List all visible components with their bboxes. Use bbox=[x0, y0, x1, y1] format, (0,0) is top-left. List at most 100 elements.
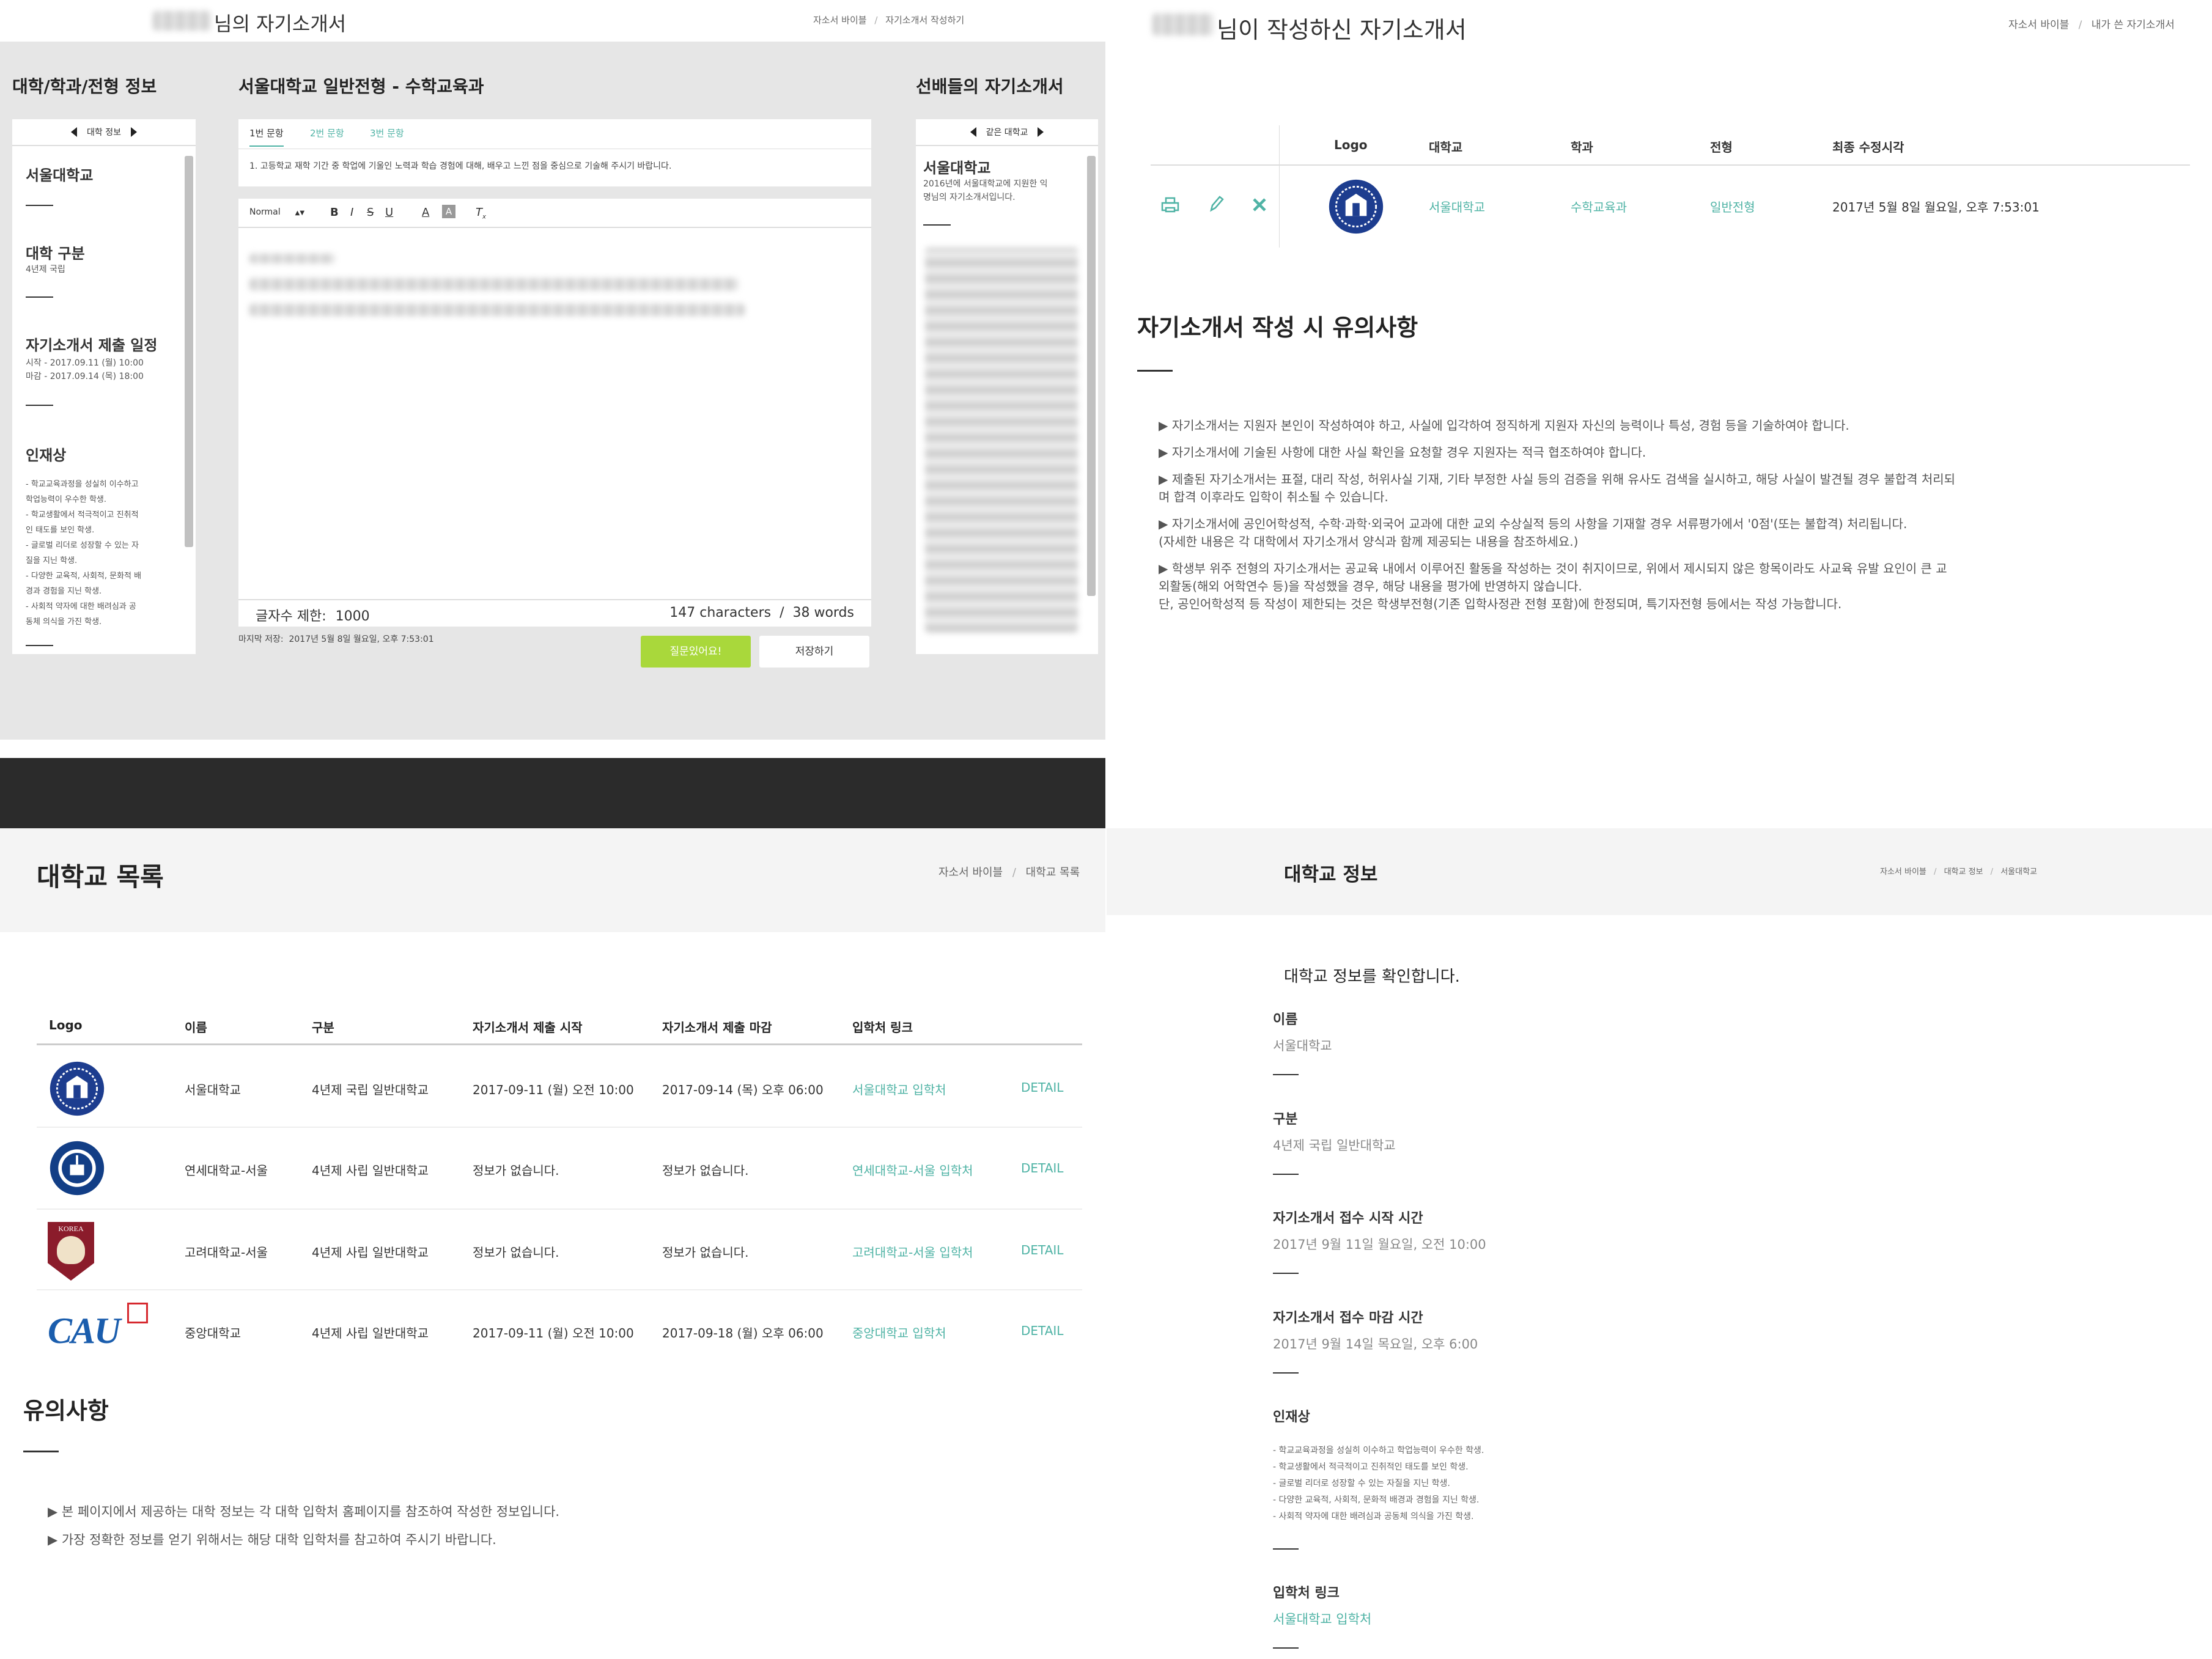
header-modified: 최종 수정시각 bbox=[1832, 140, 1904, 155]
notice-item: ▶ 자기소개서에 기술된 사항에 대한 사실 확인을 요청할 경우 지원자는 적… bbox=[1159, 445, 1646, 460]
clear-format-icon[interactable]: Tx bbox=[476, 206, 486, 221]
admission-link[interactable]: 연세대학교-서울 입학처 bbox=[852, 1161, 973, 1179]
q4-header: 대학교 정보 자소서 바이블 / 대학교 정보 / 서울대학교 bbox=[1107, 828, 2212, 915]
right-scrollbar[interactable] bbox=[1087, 156, 1096, 596]
admission-link[interactable]: 중앙대학교 입학처 bbox=[852, 1323, 946, 1341]
submit-start: 2017-09-11 (월) 오전 10:00 bbox=[473, 1326, 634, 1341]
underline-icon[interactable]: U bbox=[385, 206, 393, 219]
breadcrumb-home[interactable]: 자소서 바이블 bbox=[813, 15, 867, 26]
breadcrumb: 자소서 바이블 / 대학교 정보 / 서울대학교 bbox=[1880, 867, 2037, 877]
q3-header: 대학교 목록 자소서 바이블 / 대학교 목록 bbox=[0, 828, 1105, 932]
char-limit: 글자수 제한: 1000 bbox=[256, 609, 370, 624]
univ-type: 4년제 사립 일반대학교 bbox=[312, 1245, 429, 1260]
admission-link[interactable]: 서울대학교 입학처 bbox=[1273, 1609, 1371, 1628]
cau-logo: CAU bbox=[48, 1303, 152, 1358]
univ-name: 서울대학교 bbox=[185, 1083, 241, 1097]
talent-list: - 학교교육과정을 성실히 이수하고 학업능력이 우수한 학생. - 학교생활에… bbox=[1273, 1446, 1484, 1521]
tab-question-1[interactable]: 1번 문항 bbox=[249, 127, 284, 147]
delete-x-icon[interactable] bbox=[1252, 197, 1267, 213]
notice-item: ▶ 학생부 위주 전형의 자기소개서는 공교육 내에서 이루어진 활동을 작성하… bbox=[1159, 561, 1947, 611]
link-label: 입학처 링크 bbox=[1273, 1586, 1340, 1601]
detail-link[interactable]: DETAIL bbox=[1021, 1243, 1063, 1257]
table-row: 연세대학교-서울 4년제 사립 일반대학교 정보가 없습니다. 정보가 없습니다… bbox=[37, 1128, 1082, 1210]
breadcrumb: 자소서 바이블 / 자기소개서 작성하기 bbox=[813, 15, 965, 26]
page-title: 님이 작성하신 자기소개서 bbox=[1217, 17, 1467, 43]
breadcrumb-current: 서울대학교 bbox=[2000, 867, 2037, 877]
yonsei-logo bbox=[50, 1141, 105, 1196]
type-label: 구분 bbox=[1273, 1112, 1298, 1127]
notice-item: ▶ 자기소개서에 공인어학성적, 수학·과학·외국어 교과에 대한 교외 수상실… bbox=[1159, 517, 1908, 549]
detail-link[interactable]: DETAIL bbox=[1021, 1323, 1063, 1338]
format-select[interactable]: Normal ▲▼ bbox=[249, 207, 304, 217]
schedule-end: 마감 - 2017.09.14 (목) 18:00 bbox=[26, 372, 144, 381]
tab-question-3[interactable]: 3번 문항 bbox=[370, 127, 404, 139]
submit-end: 정보가 없습니다. bbox=[662, 1163, 749, 1178]
next-arrow-icon[interactable] bbox=[130, 127, 137, 137]
notice-item: ▶ 가장 정확한 정보를 얻기 위해서는 해당 대학 입학처를 참고하여 주시기… bbox=[48, 1532, 496, 1547]
dark-divider bbox=[0, 758, 1105, 828]
panel-nav-label: 대학 정보 bbox=[87, 128, 121, 138]
row-univ-link[interactable]: 서울대학교 bbox=[1429, 197, 1485, 215]
start-label: 자기소개서 접수 시작 시간 bbox=[1273, 1211, 1423, 1226]
breadcrumb-current: 내가 쓴 자기소개서 bbox=[2091, 19, 2175, 31]
row-dept-link[interactable]: 수학교육과 bbox=[1571, 197, 1627, 215]
detail-link[interactable]: DETAIL bbox=[1021, 1161, 1063, 1175]
editor-toolbar: Normal ▲▼ B I S U A A Tx bbox=[238, 199, 871, 228]
bg-color-icon[interactable]: A bbox=[442, 205, 455, 218]
breadcrumb-info[interactable]: 대학교 정보 bbox=[1944, 867, 1983, 877]
notice-item: ▶ 제출된 자기소개서는 표절, 대리 작성, 허위사실 기재, 기타 부정한 … bbox=[1159, 472, 1956, 504]
q1-editor-screen: 님의 자기소개서 자소서 바이블 / 자기소개서 작성하기 대학/학과/전형 정… bbox=[0, 0, 1105, 740]
univ-type: 4년제 국립 일반대학교 bbox=[312, 1083, 429, 1097]
essay-editor: Normal ▲▼ B I S U A A Tx 글자수 제한: 1000 147… bbox=[238, 199, 871, 627]
next-arrow-icon[interactable] bbox=[1038, 127, 1044, 137]
table-row: CAU 중앙대학교 4년제 사립 일반대학교 2017-09-11 (월) 오전… bbox=[37, 1290, 1082, 1364]
schedule-label: 자기소개서 제출 일정 bbox=[26, 337, 158, 354]
submit-start: 2017-09-11 (월) 오전 10:00 bbox=[473, 1083, 634, 1097]
tab-question-2[interactable]: 2번 문항 bbox=[310, 127, 344, 139]
strike-icon[interactable]: S bbox=[367, 206, 374, 219]
admission-link[interactable]: 고려대학교-서울 입학처 bbox=[852, 1243, 973, 1260]
table-row: 서울대학교 4년제 국립 일반대학교 2017-09-11 (월) 오전 10:… bbox=[37, 1047, 1082, 1128]
senior-univ-name: 서울대학교 bbox=[923, 160, 991, 177]
essay-text-blurred bbox=[249, 254, 335, 263]
type-label: 대학 구분 bbox=[26, 245, 85, 262]
row-track-link[interactable]: 일반전형 bbox=[1710, 197, 1755, 215]
submit-start: 정보가 없습니다. bbox=[473, 1163, 559, 1178]
left-heading: 대학/학과/전형 정보 bbox=[12, 76, 157, 97]
prev-arrow-icon[interactable] bbox=[970, 127, 976, 137]
univ-type: 4년제 사립 일반대학교 bbox=[312, 1326, 429, 1341]
snu-logo bbox=[1329, 179, 1384, 234]
bold-icon[interactable]: B bbox=[330, 206, 339, 219]
save-button[interactable]: 저장하기 bbox=[759, 636, 869, 668]
type-value: 4년제 국립 bbox=[26, 265, 65, 274]
ask-question-button[interactable]: 질문있어요! bbox=[641, 636, 751, 668]
breadcrumb-home[interactable]: 자소서 바이블 bbox=[2008, 19, 2069, 31]
senior-desc: 2016년에 서울대학교에 지원한 익 명님의 자기소개서입니다. bbox=[923, 179, 1048, 202]
left-scrollbar[interactable] bbox=[185, 156, 193, 547]
notice-item: ▶ 본 페이지에서 제공하는 대학 정보는 각 대학 입학처 홈페이지를 참조하… bbox=[48, 1504, 560, 1519]
admission-link[interactable]: 서울대학교 입학처 bbox=[852, 1080, 946, 1098]
print-icon[interactable] bbox=[1160, 196, 1180, 214]
header-logo: Logo bbox=[1334, 138, 1368, 152]
submit-start: 정보가 없습니다. bbox=[473, 1245, 559, 1260]
essay-text-blurred-2 bbox=[249, 278, 739, 290]
notice-list: ▶ 본 페이지에서 제공하는 대학 정보는 각 대학 입학처 홈페이지를 참조하… bbox=[48, 1498, 559, 1554]
text-color-icon[interactable]: A bbox=[422, 206, 429, 219]
header-start: 자기소개서 제출 시작 bbox=[473, 1020, 583, 1035]
snu-logo bbox=[50, 1061, 105, 1116]
name-value: 서울대학교 bbox=[1273, 1039, 1332, 1053]
header-dept: 학과 bbox=[1571, 140, 1593, 155]
edit-pencil-icon[interactable] bbox=[1207, 194, 1225, 214]
detail-link[interactable]: DETAIL bbox=[1021, 1080, 1063, 1095]
breadcrumb-home[interactable]: 자소서 바이블 bbox=[938, 866, 1003, 879]
notice-title: 유의사항 bbox=[23, 1397, 109, 1424]
univ-info-panel: 대학 정보 서울대학교 대학 구분 4년제 국립 자기소개서 제출 일정 시작 … bbox=[12, 119, 196, 654]
submit-end: 정보가 없습니다. bbox=[662, 1245, 749, 1260]
essay-textarea[interactable] bbox=[238, 229, 871, 608]
q2-my-essays-screen: 님이 작성하신 자기소개서 자소서 바이블 / 내가 쓴 자기소개서 Logo … bbox=[1107, 0, 2212, 828]
prev-arrow-icon[interactable] bbox=[71, 127, 77, 137]
italic-icon[interactable]: I bbox=[350, 206, 353, 219]
q4-univ-info-screen: 대학교 정보 자소서 바이블 / 대학교 정보 / 서울대학교 대학교 정보를 … bbox=[1107, 828, 2212, 1659]
breadcrumb-home[interactable]: 자소서 바이블 bbox=[1880, 867, 1926, 877]
header-track: 전형 bbox=[1710, 140, 1733, 155]
